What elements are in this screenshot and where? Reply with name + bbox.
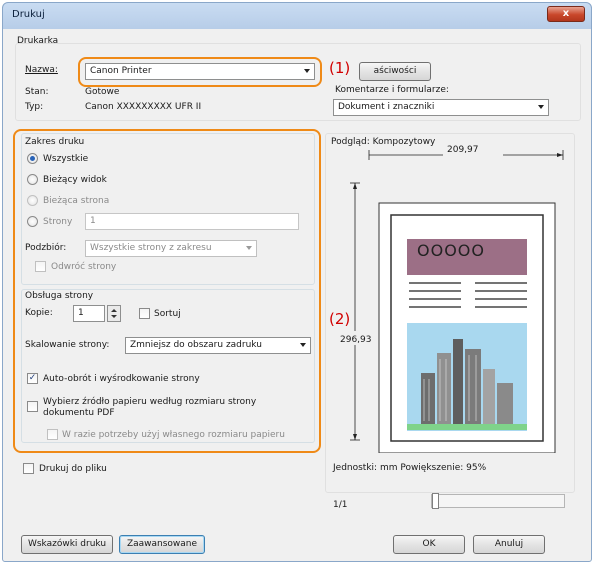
page-slider-thumb[interactable] xyxy=(432,493,439,509)
highlight-settings xyxy=(13,129,321,453)
dialog-title: Drukuj xyxy=(12,9,45,20)
highlight-printer-name xyxy=(78,57,322,87)
properties-button[interactable]: aściwości xyxy=(359,62,431,81)
title-bar[interactable]: Drukuj x xyxy=(3,3,591,29)
units-zoom-text: Jednostki: mm Powiększenie: 95% xyxy=(333,463,487,473)
close-icon: x xyxy=(562,8,570,19)
comments-select[interactable]: Dokument i znaczniki xyxy=(333,99,549,116)
chevron-down-icon xyxy=(538,105,544,109)
comments-value: Dokument i znaczniki xyxy=(338,102,435,112)
preview-diagram xyxy=(339,149,564,453)
print-to-file-checkbox[interactable] xyxy=(23,463,34,474)
printer-name-label: Nazwa: xyxy=(25,65,58,75)
print-to-file-label: Drukuj do pliku xyxy=(39,464,107,474)
callout-1: (1) xyxy=(329,59,351,77)
preview-city-image xyxy=(407,323,527,431)
ok-button[interactable]: OK xyxy=(393,535,465,554)
type-label: Typ: xyxy=(25,102,44,112)
page-slider[interactable] xyxy=(431,493,565,509)
status-value: Gotowe xyxy=(85,87,120,97)
comments-label: Komentarze i formularze: xyxy=(335,85,449,95)
dialog-body: Drukarka Nazwa: Canon Printer aściwości … xyxy=(11,33,583,555)
preview-height-value: 296,93 xyxy=(340,335,372,345)
status-label: Stan: xyxy=(25,87,49,97)
cancel-button[interactable]: Anuluj xyxy=(473,535,545,554)
type-value: Canon XXXXXXXXX UFR II xyxy=(85,102,202,112)
preview-width-value: 209,97 xyxy=(447,145,479,155)
close-button[interactable]: x xyxy=(547,6,585,22)
page-counter: 1/1 xyxy=(333,500,348,510)
preview-circles: OOOOO xyxy=(417,241,485,260)
callout-2: (2) xyxy=(329,310,351,328)
print-dialog: Drukuj x Drukarka Nazwa: Canon Printer a… xyxy=(2,2,592,562)
print-tips-button[interactable]: Wskazówki druku xyxy=(21,535,113,554)
advanced-button[interactable]: Zaawansowane xyxy=(119,535,205,554)
